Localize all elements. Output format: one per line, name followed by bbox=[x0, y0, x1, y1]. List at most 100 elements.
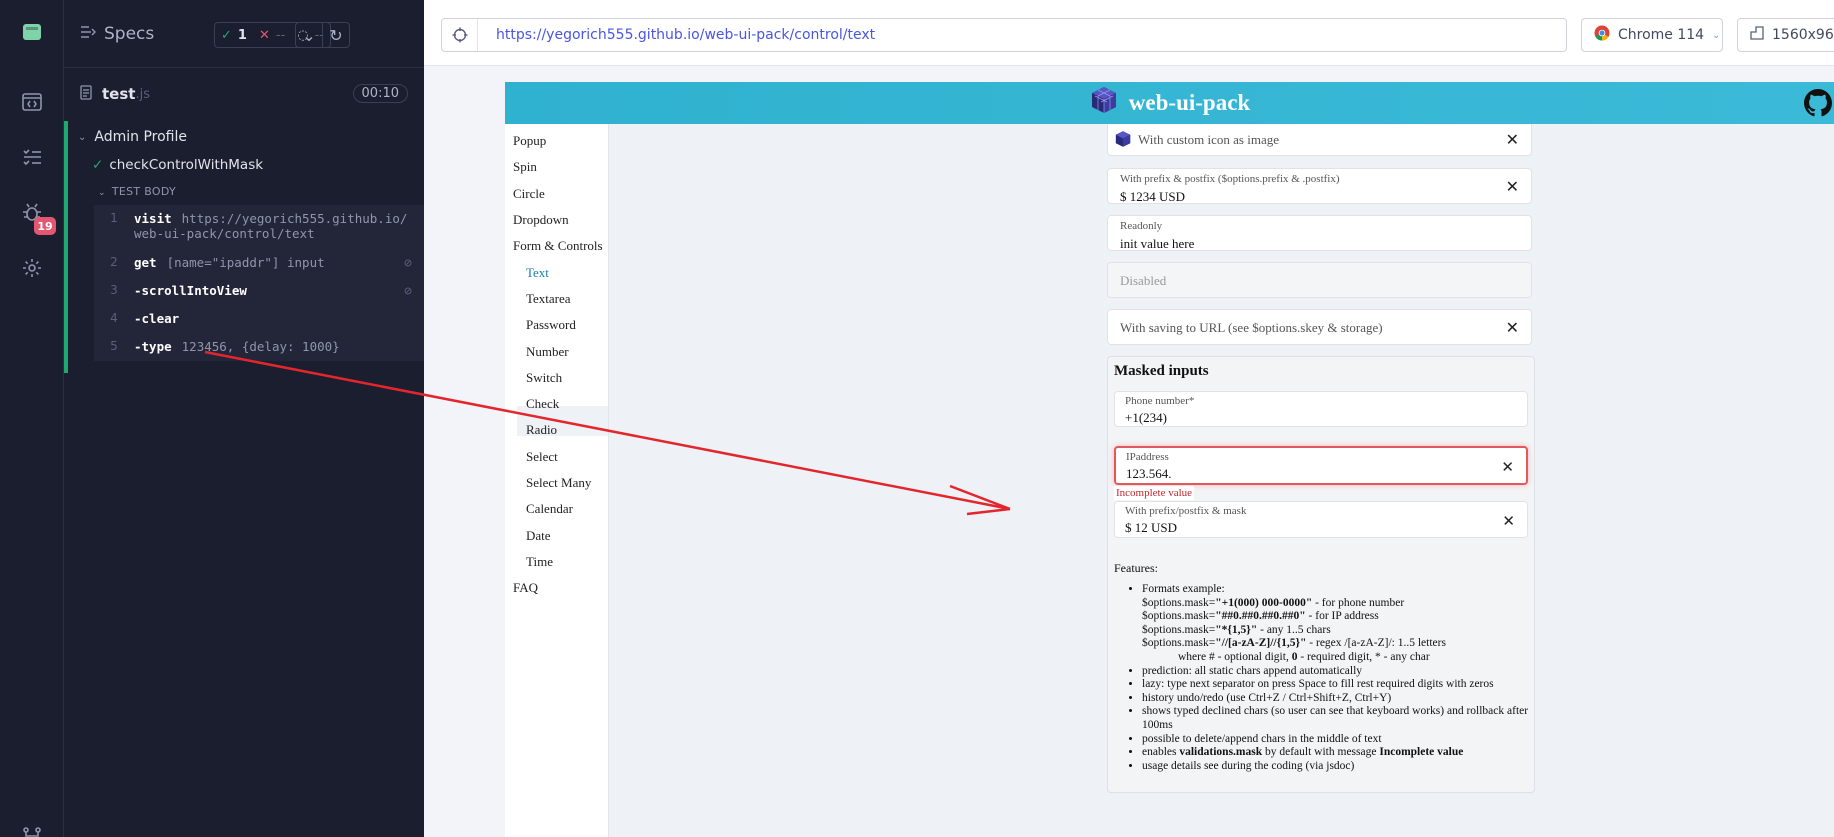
command-row[interactable]: 3 -scrollIntoView ⊘ bbox=[94, 277, 424, 305]
custom-icon-field[interactable]: With custom icon as image ✕ bbox=[1107, 124, 1532, 156]
sidebar-item-form-controls[interactable]: Form & Controls bbox=[513, 238, 603, 254]
sidebar-item-text[interactable]: Text bbox=[526, 265, 549, 281]
sidebar-item-faq[interactable]: FAQ bbox=[513, 580, 538, 596]
selector-playground-icon[interactable] bbox=[442, 19, 478, 51]
command-name: -type bbox=[134, 339, 172, 354]
app-title: web-ui-pack bbox=[1128, 90, 1251, 115]
t: "+1(000) 000-0000" bbox=[1215, 596, 1313, 609]
cube-logo-icon bbox=[1089, 85, 1119, 121]
sidebar-item-date[interactable]: Date bbox=[526, 528, 551, 544]
feature-item: shows typed declined chars (so user can … bbox=[1142, 705, 1530, 732]
field-label: IPaddress bbox=[1126, 451, 1169, 463]
feature-line: $options.mask="##0.##0.##0.##0" - for IP… bbox=[1142, 610, 1530, 624]
sidebar-item-select[interactable]: Select bbox=[526, 449, 558, 465]
field-label: Readonly bbox=[1120, 220, 1163, 232]
command-name: -scrollIntoView bbox=[134, 283, 247, 298]
clear-x-icon[interactable]: ✕ bbox=[1506, 130, 1519, 150]
command-number: 3 bbox=[110, 283, 118, 297]
check-icon: ✓ bbox=[221, 27, 232, 43]
url-bar[interactable]: https://yegorich555.github.io/web-ui-pac… bbox=[441, 18, 1567, 52]
specs-label: Specs bbox=[104, 24, 155, 44]
app-content: With custom icon as image ✕ With prefix … bbox=[609, 124, 1834, 837]
t: $options.mask= bbox=[1142, 596, 1216, 609]
command-number: 2 bbox=[110, 255, 118, 269]
clear-x-icon[interactable]: ✕ bbox=[1502, 512, 1515, 531]
suite-title[interactable]: ⌄ Admin Profile bbox=[78, 129, 187, 145]
command-row[interactable]: 2 get [name="ipaddr"] input ⊘ bbox=[94, 249, 424, 277]
sidebar-item-select-many[interactable]: Select Many bbox=[526, 475, 591, 491]
command-message: 123456, {delay: 1000} bbox=[181, 339, 340, 354]
sidebar-item-switch[interactable]: Switch bbox=[526, 370, 562, 386]
settings-gear-icon[interactable] bbox=[18, 254, 46, 282]
t: validations.mask bbox=[1179, 746, 1263, 759]
clear-x-icon[interactable]: ✕ bbox=[1506, 177, 1519, 197]
specs-list-icon[interactable] bbox=[18, 143, 46, 171]
restart-button[interactable]: ↻ bbox=[322, 22, 350, 48]
app-header: web-ui-pack bbox=[505, 82, 1834, 124]
chevron-down-icon: ⌄ bbox=[98, 188, 106, 198]
sidebar-item-radio[interactable]: Radio bbox=[526, 422, 557, 438]
sidebar-item-time[interactable]: Time bbox=[526, 554, 553, 570]
command-message: [name="ipaddr"] input bbox=[166, 255, 325, 270]
clear-x-icon[interactable]: ✕ bbox=[1501, 458, 1514, 477]
field-value: init value here bbox=[1120, 236, 1195, 251]
passed-stat: ✓ 1 bbox=[215, 28, 253, 43]
t: $options.mask= bbox=[1142, 623, 1216, 636]
sidebar-item-password[interactable]: Password bbox=[526, 317, 576, 333]
sidebar-item-check[interactable]: Check bbox=[526, 396, 559, 412]
sidebar-item-circle[interactable]: Circle bbox=[513, 186, 545, 202]
viewport-size: 1560x961 bbox=[1772, 27, 1834, 43]
command-name: get bbox=[134, 255, 157, 270]
command-row[interactable]: 5 -type 123456, {delay: 1000} bbox=[94, 333, 424, 361]
browser-selector[interactable]: Chrome 114 ⌄ bbox=[1581, 18, 1723, 52]
chevron-down-button[interactable]: ⌄ bbox=[295, 22, 323, 48]
sidebar-item-number[interactable]: Number bbox=[526, 344, 569, 360]
test-title[interactable]: ✓ checkControlWithMask bbox=[92, 157, 263, 173]
cypress-nav: 19 bbox=[0, 0, 64, 837]
prefix-postfix-mask-field[interactable]: With prefix/postfix & mask $ 12 USD ✕ bbox=[1114, 501, 1528, 538]
prefix-postfix-field[interactable]: With prefix & postfix ($options.prefix &… bbox=[1107, 168, 1532, 204]
pass-check-icon: ✓ bbox=[92, 157, 104, 173]
sidebar-item-dropdown[interactable]: Dropdown bbox=[513, 212, 569, 228]
clear-x-icon[interactable]: ✕ bbox=[1506, 318, 1519, 338]
t: "//[a-zA-Z]//{1,5}" bbox=[1215, 637, 1307, 650]
chevron-down-icon: ⌄ bbox=[78, 131, 87, 143]
custom-icon-placeholder: With custom icon as image bbox=[1138, 132, 1280, 147]
suite-block: ⌄ Admin Profile ✓ checkControlWithMask ⌄… bbox=[64, 121, 424, 373]
field-value: +1(234) bbox=[1125, 410, 1167, 425]
app-under-test: web-ui-pack Popup Spin Circle Dropdown Form … bbox=[505, 82, 1834, 837]
cube-icon bbox=[1114, 130, 1132, 152]
spec-file-row[interactable]: test .js 00:10 bbox=[80, 84, 408, 104]
command-name: visit bbox=[134, 211, 172, 226]
masked-inputs-section: Masked inputs Phone number* +1(234) IPad… bbox=[1107, 356, 1535, 793]
runs-icon[interactable] bbox=[18, 88, 46, 116]
command-content: -type 123456, {delay: 1000} bbox=[134, 339, 424, 354]
command-number: 1 bbox=[110, 211, 118, 225]
sidebar-item-popup[interactable]: Popup bbox=[513, 133, 546, 149]
phone-number-field[interactable]: Phone number* +1(234) bbox=[1114, 391, 1528, 427]
sidebar-item-spin[interactable]: Spin bbox=[513, 159, 537, 175]
app-logo[interactable]: web-ui-pack bbox=[1089, 85, 1250, 121]
sidebar-item-calendar[interactable]: Calendar bbox=[526, 501, 573, 517]
cypress-logo-icon bbox=[18, 18, 46, 46]
readonly-field[interactable]: Readonly init value here bbox=[1107, 215, 1532, 251]
ipaddress-field[interactable]: IPaddress 123.564. ✕ bbox=[1114, 446, 1528, 485]
url-text: https://yegorich555.github.io/web-ui-pac… bbox=[496, 27, 876, 43]
github-icon[interactable] bbox=[1804, 89, 1832, 117]
specs-toggle[interactable]: Specs bbox=[80, 24, 154, 44]
validation-error: Incomplete value bbox=[1114, 486, 1195, 500]
section-title: Masked inputs bbox=[1114, 363, 1209, 379]
sidebar-item-textarea[interactable]: Textarea bbox=[526, 291, 571, 307]
branch-icon[interactable] bbox=[18, 822, 46, 837]
field-label: With prefix & postfix ($options.prefix &… bbox=[1120, 173, 1340, 185]
feature-item: Formats example: $options.mask="+1(000) … bbox=[1142, 583, 1530, 665]
browser-name: Chrome 114 bbox=[1618, 27, 1705, 43]
saving-url-field[interactable]: With saving to URL (see $options.skey & … bbox=[1107, 309, 1532, 345]
feature-item: prediction: all static chars append auto… bbox=[1142, 665, 1530, 679]
reporter-header: Specs ✓ 1 ✕ -- ◌ -- ⌄ ↻ bbox=[64, 0, 424, 68]
viewport-selector[interactable]: 1560x961 bbox=[1737, 18, 1834, 52]
command-row[interactable]: 4 -clear bbox=[94, 305, 424, 333]
command-row[interactable]: 1 visit https://yegorich555.github.io/ web… bbox=[94, 205, 424, 249]
test-body-label-text: TEST BODY bbox=[111, 185, 177, 198]
feature-line: $options.mask="//[a-zA-Z]//{1,5}" - rege… bbox=[1142, 637, 1530, 651]
